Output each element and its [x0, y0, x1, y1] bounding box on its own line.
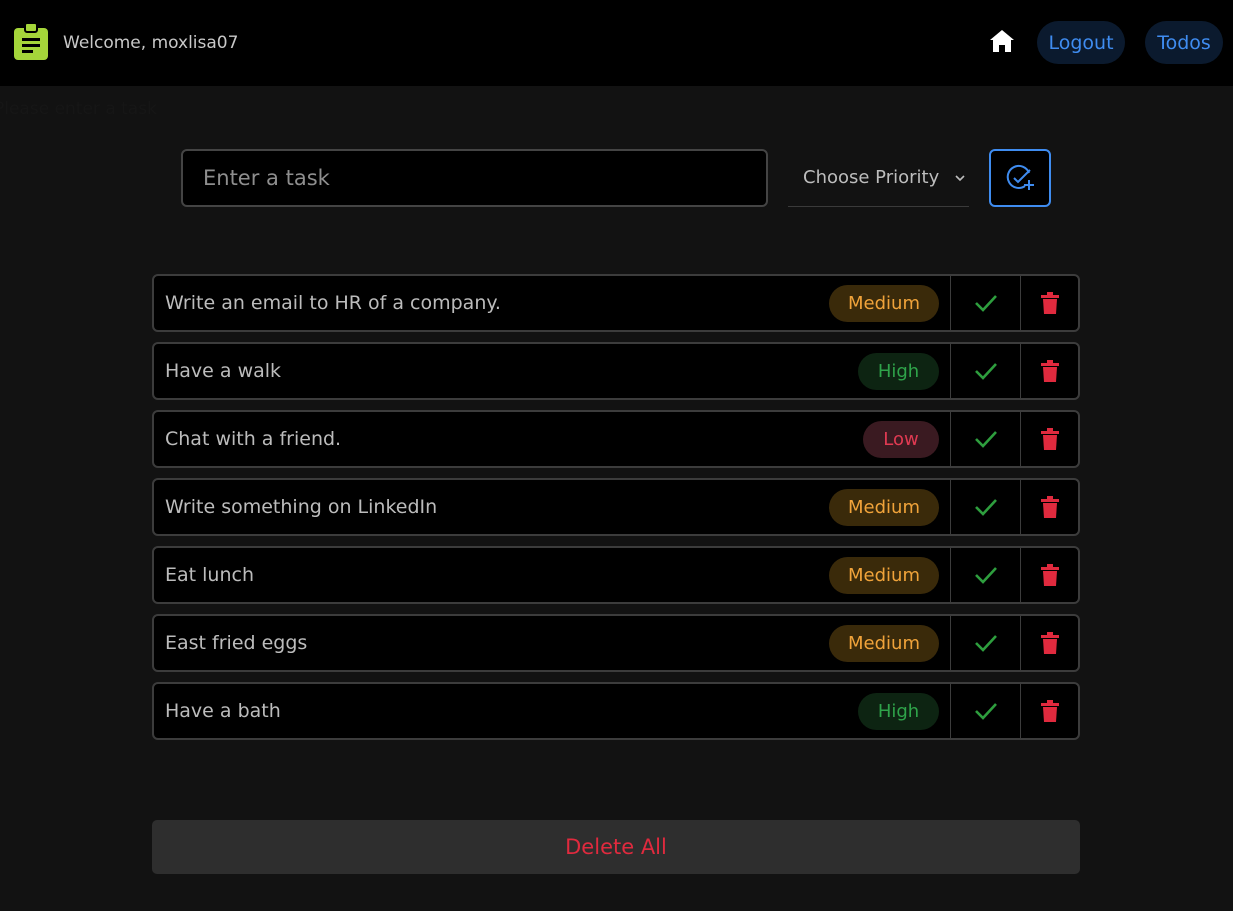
complete-button[interactable]: [950, 344, 1020, 398]
priority-badge: Medium: [829, 625, 939, 662]
checkmark-icon: [974, 499, 997, 516]
clipboard-icon[interactable]: [14, 23, 48, 60]
delete-button[interactable]: [1020, 412, 1078, 466]
delete-button[interactable]: [1020, 276, 1078, 330]
complete-button[interactable]: [950, 616, 1020, 670]
priority-select[interactable]: Choose Priority: [788, 149, 969, 207]
todo-row: Eat lunch Medium: [152, 546, 1080, 604]
priority-badge: Medium: [829, 489, 939, 526]
priority-badge: High: [858, 693, 939, 730]
validation-message: Please enter a task: [0, 99, 157, 119]
delete-button[interactable]: [1020, 684, 1078, 738]
priority-badge: Low: [863, 421, 939, 458]
trash-icon: [1040, 428, 1059, 450]
add-task-button[interactable]: [989, 149, 1051, 207]
todo-row: East fried eggs Medium: [152, 614, 1080, 672]
todo-text: Have a walk: [165, 360, 282, 382]
complete-button[interactable]: [950, 548, 1020, 602]
delete-button[interactable]: [1020, 344, 1078, 398]
checkmark-icon: [974, 635, 997, 652]
trash-icon: [1040, 292, 1059, 314]
delete-button[interactable]: [1020, 616, 1078, 670]
checkmark-icon: [974, 703, 997, 720]
todo-row: Write an email to HR of a company. Medium: [152, 274, 1080, 332]
home-icon[interactable]: [989, 28, 1015, 54]
todo-text: Eat lunch: [165, 564, 254, 586]
trash-icon: [1040, 700, 1059, 722]
complete-button[interactable]: [950, 480, 1020, 534]
trash-icon: [1040, 564, 1059, 586]
logout-button[interactable]: Logout: [1037, 21, 1125, 64]
complete-button[interactable]: [950, 412, 1020, 466]
delete-all-button[interactable]: Delete All: [152, 820, 1080, 874]
todo-text: Write something on LinkedIn: [165, 496, 438, 518]
todo-row: Have a bath High: [152, 682, 1080, 740]
checkmark-icon: [974, 567, 997, 584]
todo-text: Write an email to HR of a company.: [165, 292, 501, 314]
priority-badge: Medium: [829, 557, 939, 594]
priority-badge: Medium: [829, 285, 939, 322]
checkmark-icon: [974, 295, 997, 312]
navbar: Welcome, moxlisa07 Logout Todos: [0, 0, 1233, 86]
todo-text: Chat with a friend.: [165, 428, 342, 450]
delete-button[interactable]: [1020, 548, 1078, 602]
delete-button[interactable]: [1020, 480, 1078, 534]
trash-icon: [1040, 360, 1059, 382]
circle-check-plus-icon: [1006, 164, 1034, 190]
todo-row: Have a walk High: [152, 342, 1080, 400]
trash-icon: [1040, 496, 1059, 518]
checkmark-icon: [974, 363, 997, 380]
todo-text: East fried eggs: [165, 632, 308, 654]
complete-button[interactable]: [950, 684, 1020, 738]
welcome-text: Welcome, moxlisa07: [63, 33, 239, 53]
todo-row: Write something on LinkedIn Medium: [152, 478, 1080, 536]
task-input[interactable]: [181, 149, 768, 207]
priority-select-label: Choose Priority: [803, 167, 940, 188]
todo-row: Chat with a friend. Low: [152, 410, 1080, 468]
complete-button[interactable]: [950, 276, 1020, 330]
chevron-down-icon: [955, 175, 965, 182]
todo-text: Have a bath: [165, 700, 281, 722]
todos-button[interactable]: Todos: [1145, 21, 1223, 64]
trash-icon: [1040, 632, 1059, 654]
checkmark-icon: [974, 431, 997, 448]
priority-badge: High: [858, 353, 939, 390]
